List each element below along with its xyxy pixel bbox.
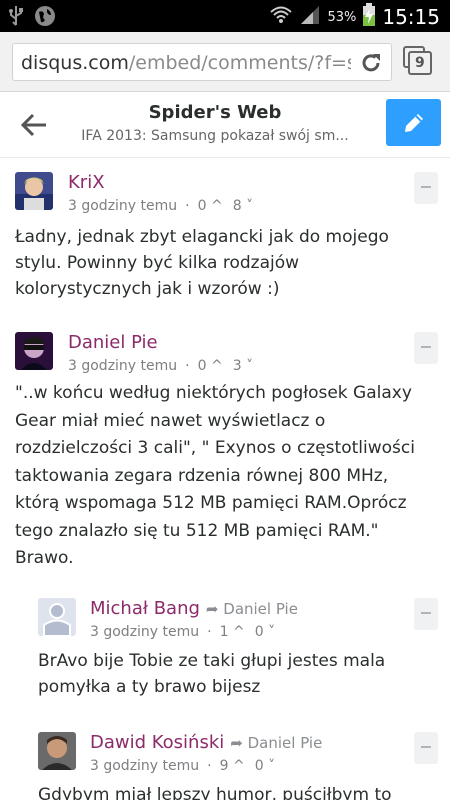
upvote-button[interactable]: 0 ^ — [198, 358, 223, 374]
comment-meta: 3 godziny temu · 1 ^ 0 ˅ — [90, 624, 276, 640]
comment-body: BrAvo bije Tobie ze taki głupi jestes ma… — [38, 651, 386, 697]
comment-meta: 3 godziny temu · 0 ^ 3 ˅ — [68, 358, 254, 374]
page-subtitle: IFA 2013: Samsung pokazał swój sm... — [81, 128, 349, 144]
url-domain: disqus.com — [21, 52, 129, 74]
avatar[interactable] — [38, 598, 76, 636]
upvote-button[interactable]: 9 ^ — [220, 758, 245, 774]
upvote-button[interactable]: 0 ^ — [198, 198, 223, 214]
comment-author: Michał Bang ➦ Daniel Pie — [90, 598, 298, 619]
wifi-icon — [269, 4, 293, 30]
back-arrow-icon[interactable] — [20, 112, 48, 142]
url-path: /embed/comments/?f=spid — [128, 52, 351, 74]
clock: 15:15 — [382, 5, 440, 29]
comment-body: Gdybym miał lepszy humor, puściłbym to — [38, 785, 392, 800]
comment-meta: 3 godziny temu · 9 ^ 0 ˅ — [90, 758, 276, 774]
comment-author: Dawid Kosiński ➦ Daniel Pie — [90, 732, 322, 753]
comment-body: "..w końcu według niektórych pogłosek Ga… — [15, 383, 415, 568]
battery-percent: 53% — [327, 9, 357, 25]
tabs-button[interactable]: 9 — [403, 46, 433, 80]
compose-button[interactable] — [386, 99, 441, 146]
battery-charging-icon — [362, 3, 376, 31]
comment-body: Ładny, jednak zbyt elagancki jak do moje… — [15, 227, 389, 299]
downvote-button[interactable]: 3 ˅ — [233, 358, 253, 374]
thread-header: Spider's Web IFA 2013: Samsung pokazał s… — [0, 92, 450, 158]
comment-author[interactable]: KriX — [68, 172, 105, 193]
comment-time[interactable]: 3 godziny temu — [90, 624, 199, 640]
status-bar: 53% 15:15 — [0, 0, 450, 32]
downvote-button[interactable]: 0 ˅ — [255, 624, 275, 640]
collapse-button[interactable] — [414, 332, 438, 364]
reload-icon[interactable] — [359, 51, 383, 79]
collapse-button[interactable] — [414, 172, 438, 204]
avatar[interactable] — [15, 172, 53, 210]
signal-icon — [299, 4, 321, 30]
url-field[interactable]: disqus.com/embed/comments/?f=spid — [12, 43, 392, 81]
comment-time[interactable]: 3 godziny temu — [68, 358, 177, 374]
comment-time[interactable]: 3 godziny temu — [90, 758, 199, 774]
globe-icon — [34, 5, 56, 31]
reply-to[interactable]: ➦ Daniel Pie — [230, 734, 322, 752]
usb-icon — [8, 5, 24, 31]
collapse-button[interactable] — [414, 732, 438, 764]
comment-author[interactable]: Daniel Pie — [68, 332, 158, 353]
browser-toolbar: disqus.com/embed/comments/?f=spid 9 — [0, 32, 450, 92]
avatar[interactable] — [15, 332, 53, 370]
reply-to[interactable]: ➦ Daniel Pie — [206, 600, 298, 618]
pencil-icon — [405, 114, 423, 132]
tab-count: 9 — [415, 55, 425, 71]
collapse-button[interactable] — [414, 598, 438, 630]
upvote-button[interactable]: 1 ^ — [220, 624, 245, 640]
comment-meta: 3 godziny temu · 0 ^ 8 ˅ — [68, 198, 254, 214]
page-title: Spider's Web — [148, 102, 282, 123]
comment-time[interactable]: 3 godziny temu — [68, 198, 177, 214]
downvote-button[interactable]: 0 ˅ — [255, 758, 275, 774]
comment-author-name[interactable]: Michał Bang — [90, 598, 200, 619]
downvote-button[interactable]: 8 ˅ — [233, 198, 253, 214]
comment-author-name[interactable]: Dawid Kosiński — [90, 732, 224, 753]
avatar[interactable] — [38, 732, 76, 770]
